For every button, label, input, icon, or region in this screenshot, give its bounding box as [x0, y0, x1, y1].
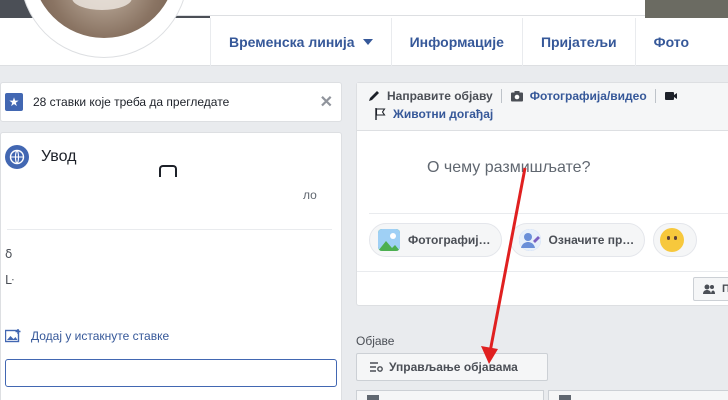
edit-bio-icon[interactable]	[159, 165, 177, 177]
add-featured-label: Додај у истакнуте ставке	[31, 329, 170, 343]
tag-friends-chip[interactable]: Означите пр…	[509, 223, 646, 257]
avatar-mask	[357, 141, 419, 197]
divider	[369, 213, 728, 214]
left-column: ★ 28 ставки које треба да прегледате ✕ У…	[0, 82, 342, 400]
separator	[654, 89, 656, 103]
audience-label: П	[722, 283, 728, 295]
profile-nav-bar: Временска линија Информације Пријатељи Ф…	[0, 0, 728, 66]
posts-section-title: Објаве	[356, 334, 395, 348]
video-icon	[664, 92, 677, 100]
divider	[7, 229, 332, 230]
chevron-down-icon	[362, 39, 373, 45]
tag-friends-label: Означите пр…	[548, 233, 635, 247]
tab-photos-label: Фото	[653, 34, 690, 50]
composer-chips: Фотографиј… Означите пр…	[369, 223, 705, 257]
tab-photos[interactable]: Фото	[634, 18, 707, 66]
feeling-chip[interactable]	[653, 223, 698, 257]
edit-details-button[interactable]	[5, 359, 337, 387]
intro-text-fragment: ло	[303, 188, 317, 202]
divider	[357, 271, 728, 272]
tab-timeline-label: Временска линија	[229, 34, 355, 50]
add-featured-link[interactable]: Додај у истакнуте ставке	[5, 329, 169, 343]
camera-icon	[510, 91, 523, 102]
intro-card: Увод ло ẟ ᒷ Додај у истакнуте ставке	[0, 132, 342, 400]
intro-detail-fragment-2: ᒷ	[5, 273, 15, 287]
image-add-icon	[5, 329, 21, 343]
emoji-icon	[660, 228, 685, 252]
friends-icon	[703, 284, 715, 294]
star-icon: ★	[5, 93, 23, 111]
tab-about[interactable]: Информације	[390, 18, 522, 66]
photo-video-label: Фотографија/видео	[529, 89, 647, 103]
cover-banner	[170, 0, 645, 16]
composer-actions: Направите објаву Фотографија/видео Живот…	[357, 83, 728, 131]
tab-friends-label: Пријатељи	[540, 34, 617, 50]
grid-view-icon	[559, 395, 571, 400]
tab-about-label: Информације	[409, 34, 504, 50]
cover-photo-right	[645, 0, 728, 18]
right-column: Направите објаву Фотографија/видео Живот…	[356, 82, 728, 306]
review-items-text: 28 ставки које треба да прегледате	[33, 95, 230, 109]
create-post-label: Направите објаву	[387, 89, 493, 103]
life-event-label: Животни догађај	[393, 107, 494, 121]
photo-video-tab[interactable]: Фотографија/видео	[510, 89, 647, 103]
tab-timeline[interactable]: Временска линија	[210, 18, 391, 66]
globe-icon	[5, 145, 29, 169]
intro-title: Увод	[41, 148, 77, 165]
list-view-button[interactable]	[356, 390, 544, 400]
review-items-banner[interactable]: ★ 28 ставки које треба да прегледате ✕	[0, 82, 342, 122]
profile-tabs: Временска линија Информације Пријатељи Ф…	[210, 18, 707, 66]
manage-posts-button[interactable]: Управљање објавама	[356, 353, 548, 381]
create-post-tab[interactable]: Направите објаву	[367, 89, 493, 103]
photo-icon	[378, 229, 400, 251]
life-event-tab[interactable]: Животни догађај	[373, 107, 493, 121]
audience-selector[interactable]: П	[693, 277, 728, 301]
live-video-tab[interactable]	[664, 89, 684, 103]
tag-friends-icon	[518, 229, 541, 251]
post-composer: Направите објаву Фотографија/видео Живот…	[356, 82, 728, 306]
tab-friends[interactable]: Пријатељи	[521, 18, 635, 66]
separator	[500, 89, 502, 103]
intro-header: Увод	[5, 145, 76, 169]
intro-detail-fragment: ẟ	[5, 247, 13, 261]
composer-placeholder: О чему размишљате?	[427, 159, 591, 176]
manage-posts-label: Управљање објавама	[389, 360, 518, 374]
manage-settings-icon	[370, 362, 383, 372]
close-icon[interactable]: ✕	[320, 92, 333, 112]
grid-view-button[interactable]	[548, 390, 728, 400]
photo-chip-label: Фотографиј…	[408, 233, 491, 247]
composer-input-area[interactable]: О чему размишљате?	[357, 131, 728, 221]
pencil-icon	[369, 91, 379, 101]
photo-chip[interactable]: Фотографиј…	[369, 223, 502, 257]
flag-icon	[375, 108, 386, 120]
list-view-icon	[367, 395, 379, 400]
